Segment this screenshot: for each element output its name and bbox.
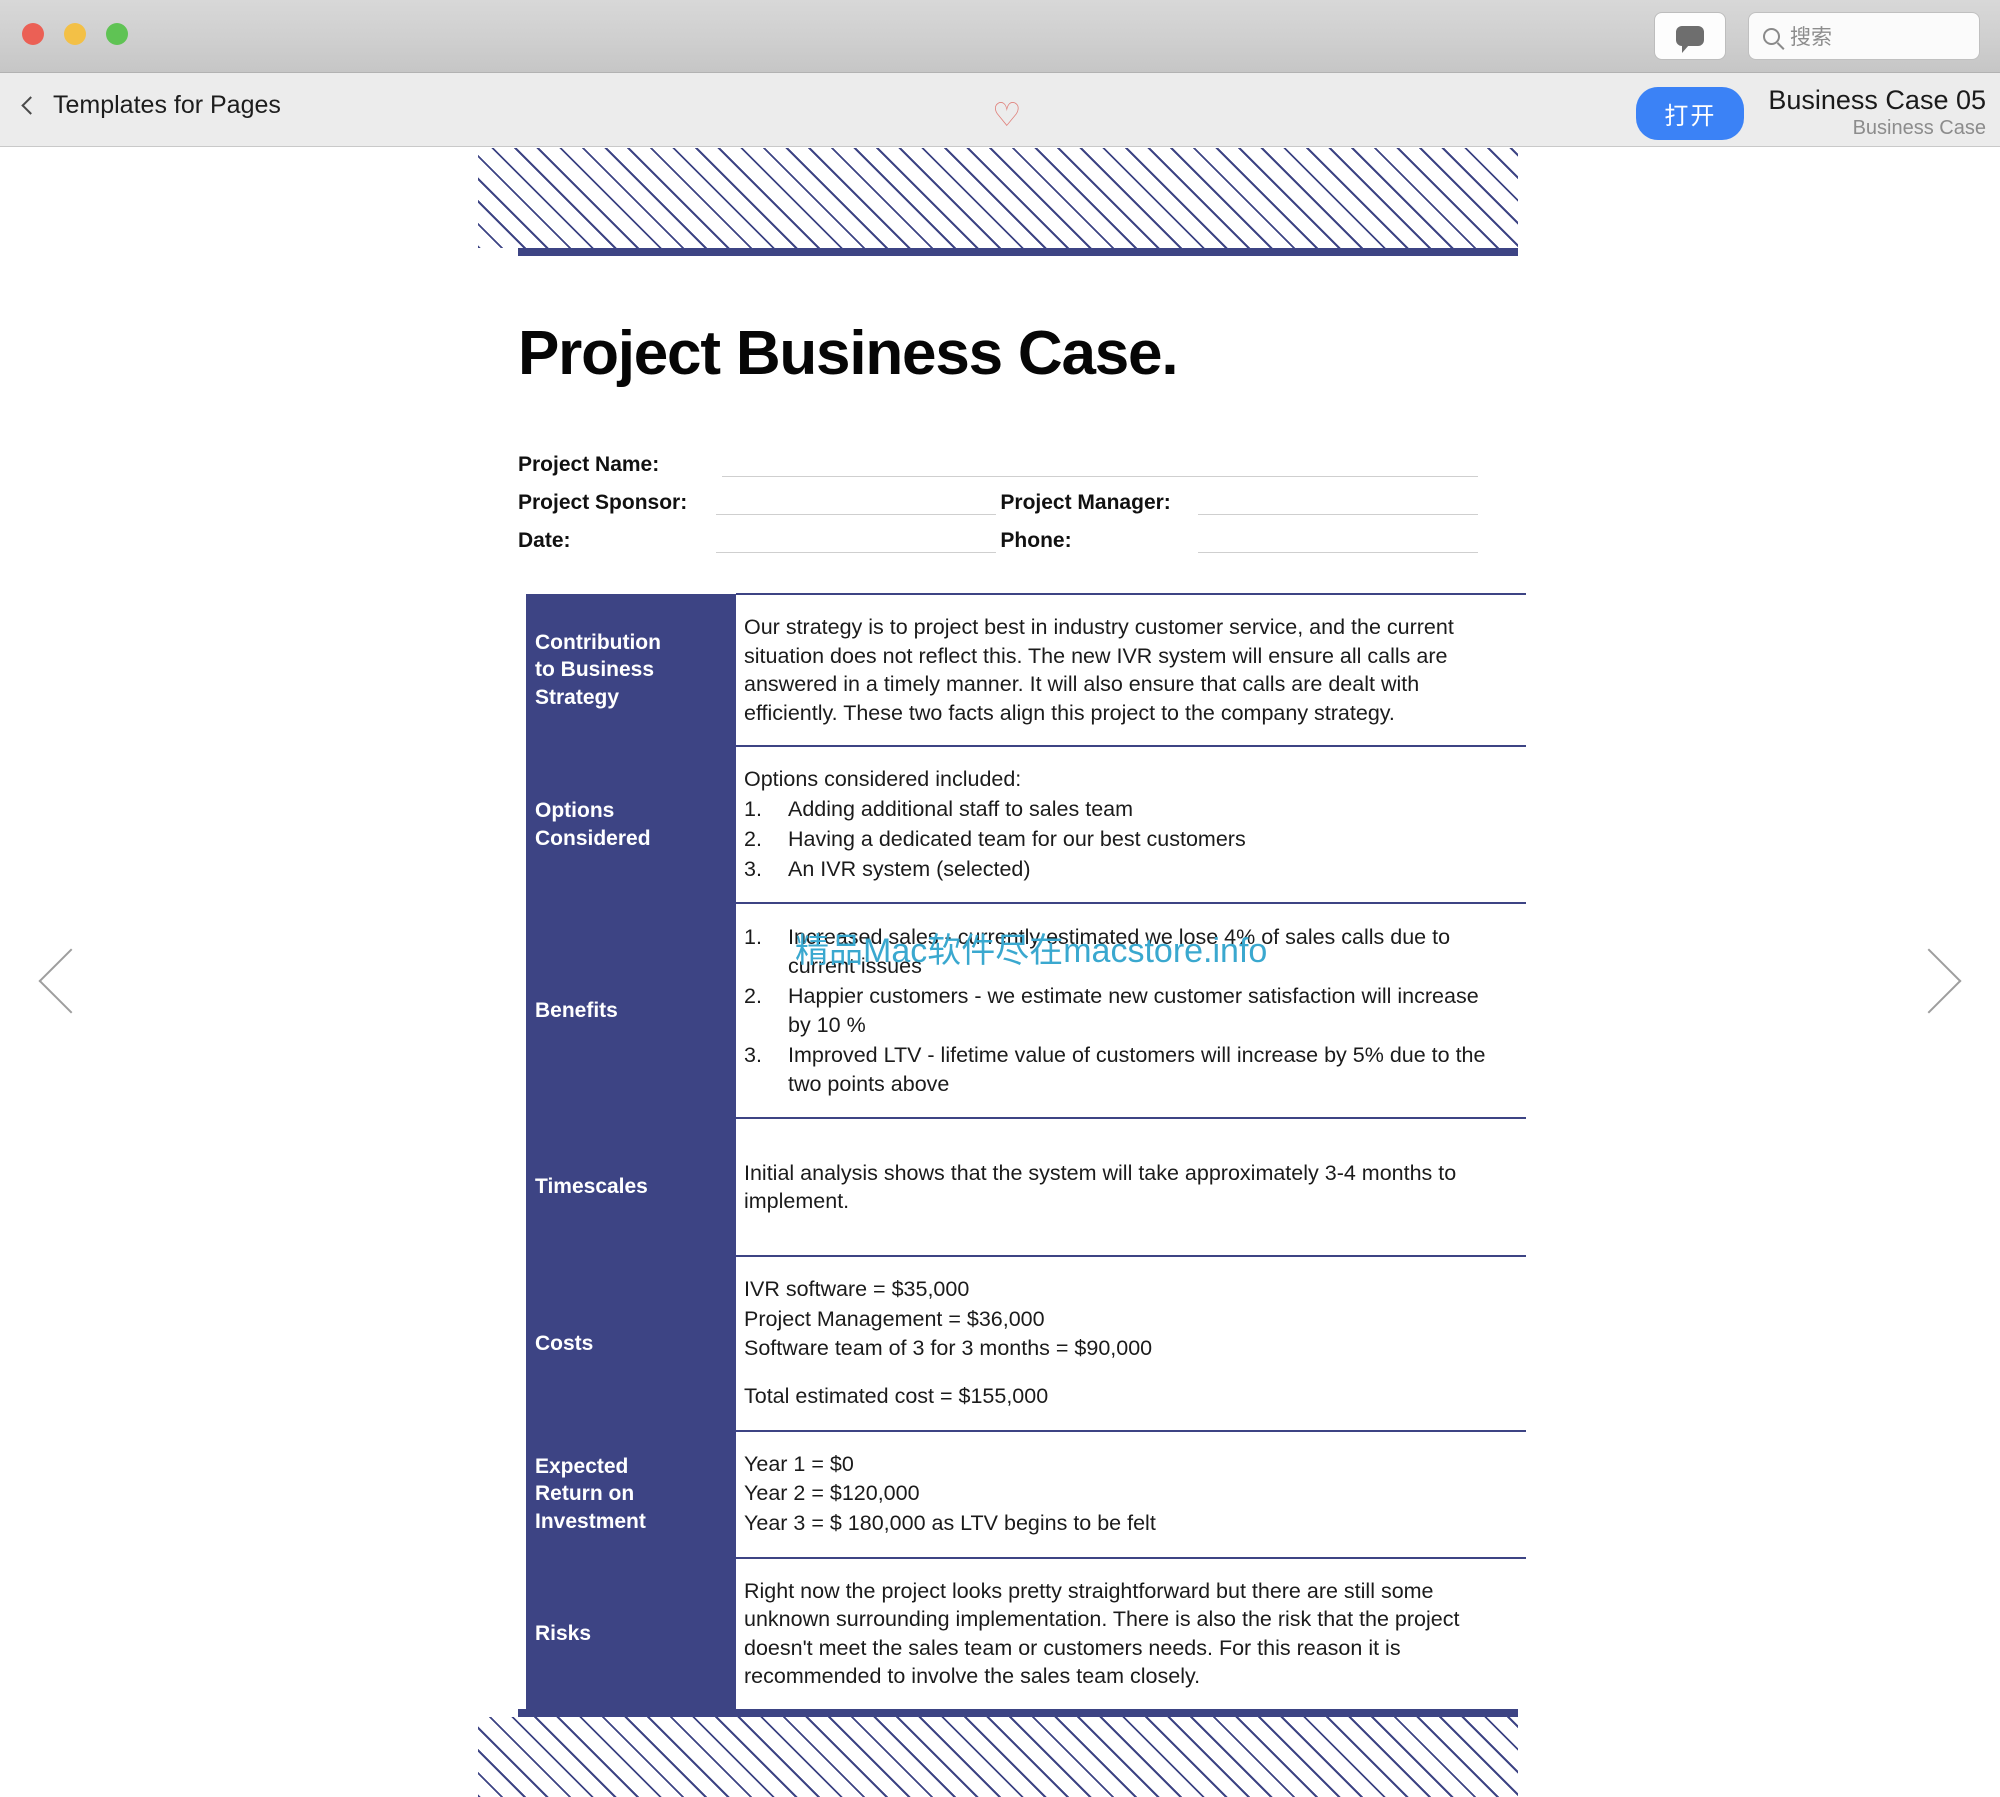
list-item: An IVR system (selected): [744, 855, 1031, 884]
list-item: Having a dedicated team for our best cus…: [744, 825, 1246, 854]
field-project-manager[interactable]: [1198, 514, 1478, 515]
document-preview-canvas: Project Business Case. Project Name: Pro…: [0, 148, 2000, 1797]
document-title-group: Business Case 05 Business Case: [1768, 85, 1986, 141]
label-phone: Phone:: [1000, 529, 1072, 552]
section-content-roi: Year 1 = $0 Year 2 = $120,000 Year 3 = $…: [736, 1429, 1526, 1558]
form-row-sponsor-manager: Project Sponsor: Project Manager:: [518, 479, 1478, 515]
chevron-left-icon: [38, 948, 104, 1014]
heart-outline-icon[interactable]: ♡: [992, 98, 1022, 131]
field-phone[interactable]: [1198, 552, 1478, 553]
previous-template-button[interactable]: [38, 948, 104, 1014]
section-label-roi: Expected Return on Investment: [526, 1430, 736, 1558]
field-project-sponsor[interactable]: [715, 514, 996, 515]
field-date[interactable]: [715, 552, 996, 553]
back-button[interactable]: Templates for Pages: [20, 91, 281, 120]
footer-accent-band: [518, 1709, 1518, 1718]
form-row-date-phone: Date: Phone:: [518, 517, 1478, 553]
page-title: Business Case 05: [1768, 85, 1986, 115]
section-content-timescales: Initial analysis shows that the system w…: [736, 1117, 1526, 1257]
search-input[interactable]: 搜索: [1748, 12, 1980, 60]
form-row-project-name: Project Name:: [518, 441, 1478, 477]
cost-line: IVR software = $35,000: [744, 1277, 970, 1302]
traffic-lights: [22, 23, 128, 45]
table-row: Options Considered Options considered in…: [526, 745, 1526, 904]
chevron-left-icon: [21, 96, 40, 115]
label-project-sponsor: Project Sponsor:: [518, 491, 688, 514]
table-row: Risks Right now the project looks pretty…: [526, 1556, 1526, 1710]
table-row: Timescales Initial analysis shows that t…: [526, 1117, 1526, 1257]
list-item: Adding additional staff to sales team: [744, 795, 1134, 824]
back-button-label: Templates for Pages: [53, 91, 281, 119]
cost-line: Software team of 3 for 3 months = $90,00…: [744, 1336, 1153, 1361]
roi-line: Year 1 = $0: [744, 1451, 854, 1476]
close-window-button[interactable]: [22, 23, 44, 45]
toolbar-right-group: 打开 Business Case 05 Business Case: [1636, 85, 1986, 141]
section-paragraph: Initial analysis shows that the system w…: [744, 1160, 1457, 1214]
section-label-contribution: Contribution to Business Strategy: [526, 594, 736, 747]
field-project-name[interactable]: [721, 476, 1478, 477]
section-content-options: Options considered included: Adding addi…: [736, 745, 1526, 904]
titlebar-right-controls: 搜索: [1654, 12, 1980, 60]
document-body: Project Business Case. Project Name: Pro…: [478, 318, 1526, 1710]
header-accent-band: [518, 248, 1518, 256]
roi-line: Year 3 = $ 180,000 as LTV begins to be f…: [744, 1511, 1156, 1536]
options-list: Adding additional staff to sales team Ha…: [744, 795, 1500, 884]
minimize-window-button[interactable]: [64, 23, 86, 45]
table-row: Contribution to Business Strategy Our st…: [526, 592, 1526, 747]
section-label-benefits: Benefits: [526, 903, 736, 1119]
list-item: Improved LTV - lifetime value of custome…: [744, 1041, 1486, 1097]
label-project-manager: Project Manager:: [1000, 491, 1171, 514]
open-button[interactable]: 打开: [1636, 86, 1745, 140]
table-row: Costs IVR software = $35,000 Project Man…: [526, 1255, 1526, 1431]
page-subtitle: Business Case: [1852, 117, 1986, 140]
section-content-risks: Right now the project looks pretty strai…: [736, 1556, 1526, 1710]
comment-bubble-icon: [1676, 26, 1704, 53]
section-label-risks: Risks: [526, 1557, 736, 1710]
table-row: Expected Return on Investment Year 1 = $…: [526, 1429, 1526, 1558]
section-content-benefits: Increased sales - currently estimated we…: [736, 902, 1526, 1119]
next-template-button[interactable]: [1896, 948, 1962, 1014]
document-sheet: Project Business Case. Project Name: Pro…: [478, 148, 1526, 1797]
roi-line: Year 2 = $120,000: [744, 1481, 920, 1506]
section-label-costs: Costs: [526, 1256, 736, 1431]
search-icon: [1763, 27, 1780, 45]
label-date: Date:: [518, 529, 571, 552]
section-paragraph: Our strategy is to project best in indus…: [744, 615, 1454, 725]
zoom-window-button[interactable]: [106, 23, 128, 45]
window-titlebar: 搜索: [0, 0, 2000, 73]
table-row: Benefits Increased sales - currently est…: [526, 902, 1526, 1119]
benefits-list: Increased sales - currently estimated we…: [744, 923, 1500, 1099]
section-label-options: Options Considered: [526, 746, 736, 904]
cost-line: Project Management = $36,000: [744, 1306, 1045, 1331]
cost-total: Total estimated cost = $155,000: [744, 1384, 1049, 1409]
list-item: Happier customers - we estimate new cust…: [744, 982, 1479, 1038]
search-placeholder: 搜索: [1790, 26, 1832, 49]
options-intro: Options considered included:: [744, 767, 1022, 792]
chevron-right-icon: [1896, 948, 1962, 1014]
section-label-timescales: Timescales: [526, 1118, 736, 1257]
document-heading: Project Business Case.: [518, 319, 1179, 388]
section-paragraph: Right now the project looks pretty strai…: [744, 1578, 1460, 1689]
header-stripe-pattern: [478, 148, 1518, 248]
project-info-form: Project Name: Project Sponsor: Project M…: [518, 441, 1478, 553]
comment-bubble-icon-button[interactable]: [1654, 12, 1726, 60]
label-project-name: Project Name:: [518, 453, 660, 476]
list-item: Increased sales - currently estimated we…: [744, 923, 1451, 979]
footer-stripe-pattern: [478, 1717, 1518, 1797]
section-content-contribution: Our strategy is to project best in indus…: [736, 592, 1526, 747]
section-content-costs: IVR software = $35,000 Project Managemen…: [736, 1255, 1526, 1431]
business-case-table: Contribution to Business Strategy Our st…: [526, 592, 1526, 1710]
